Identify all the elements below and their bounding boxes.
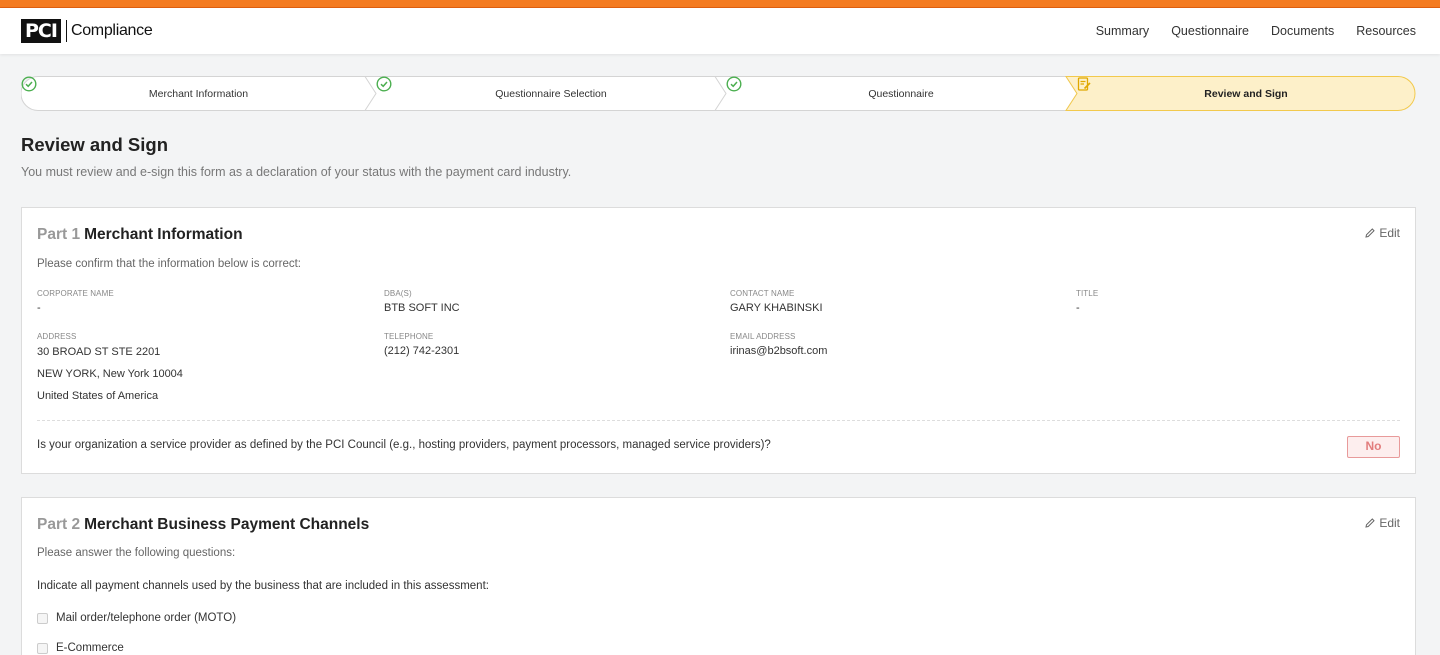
step-review-and-sign[interactable]: Review and Sign — [1076, 76, 1416, 111]
field-value: - — [37, 302, 41, 314]
check-circle-icon — [21, 76, 37, 92]
part2-title: Part 2 Merchant Business Payment Channels — [37, 516, 369, 534]
step-questionnaire[interactable]: Questionnaire — [726, 76, 1076, 111]
part2-payment-channels-card: Part 2 Merchant Business Payment Channels… — [21, 497, 1416, 655]
nav-documents[interactable]: Documents — [1271, 24, 1334, 38]
service-provider-question: Is your organization a service provider … — [37, 439, 771, 451]
step-label-text: Review and Sign — [1204, 87, 1288, 100]
sign-document-icon — [1077, 77, 1091, 91]
channel-label: Mail order/telephone order (MOTO) — [56, 612, 237, 624]
payment-channels-question: Indicate all payment channels used by th… — [37, 580, 489, 592]
progress-stepper: Merchant Information Questionnaire Selec… — [21, 76, 1416, 111]
address-field: ADDRESS 30 BROAD ST STE 2201 NEW YORK, N… — [37, 332, 183, 407]
step-label-text: Questionnaire — [868, 87, 934, 100]
pencil-icon — [1365, 228, 1376, 238]
email-field: EMAIL ADDRESS irinas@b2bsoft.com — [730, 332, 827, 358]
logo-text: Compliance — [70, 22, 153, 39]
field-label: CORPORATE NAME — [37, 289, 114, 298]
page-subtitle: You must review and e-sign this form as … — [21, 165, 572, 179]
address-line-1: 30 BROAD ST STE 2201 — [37, 346, 161, 358]
field-label: TELEPHONE — [384, 332, 434, 341]
nav-summary[interactable]: Summary — [1096, 24, 1149, 38]
edit-label: Edit — [1379, 516, 1400, 530]
part1-number: Part 1 — [37, 226, 81, 243]
step-merchant-information[interactable]: Merchant Information — [21, 76, 376, 111]
step-questionnaire-selection[interactable]: Questionnaire Selection — [376, 76, 726, 111]
checkbox[interactable] — [37, 642, 48, 654]
part2-description: Please answer the following questions: — [37, 547, 236, 559]
step-label-text: Questionnaire Selection — [495, 87, 607, 100]
dba-field: DBA(S) BTB SOFT INC — [384, 289, 460, 315]
channel-ecommerce-option[interactable]: E-Commerce — [37, 642, 124, 654]
part1-title-text: Merchant Information — [84, 226, 243, 243]
field-value: GARY KHABINSKI — [730, 302, 823, 314]
contact-name-field: CONTACT NAME GARY KHABINSKI — [730, 289, 823, 315]
corporate-name-field: CORPORATE NAME - — [37, 289, 114, 315]
part1-merchant-information-card: Part 1 Merchant Information Edit Please c… — [21, 207, 1416, 474]
part2-number: Part 2 — [37, 516, 81, 533]
channel-label: E-Commerce — [56, 642, 124, 654]
page-title: Review and Sign — [21, 134, 169, 155]
part2-title-text: Merchant Business Payment Channels — [84, 516, 370, 533]
check-circle-icon — [726, 76, 742, 92]
main-nav: Summary Questionnaire Documents Resource… — [1096, 24, 1416, 38]
field-value: - — [1076, 302, 1080, 314]
section-divider — [37, 420, 1400, 421]
field-label: TITLE — [1076, 289, 1099, 298]
field-value: irinas@b2bsoft.com — [730, 345, 828, 357]
check-circle-icon — [376, 76, 392, 92]
part1-title: Part 1 Merchant Information — [37, 226, 243, 244]
nav-resources[interactable]: Resources — [1356, 24, 1416, 38]
top-accent-bar — [0, 0, 1440, 8]
edit-label: Edit — [1379, 226, 1400, 240]
app-header: PCI Compliance Summary Questionnaire Doc… — [0, 8, 1440, 54]
logo-mark: PCI — [21, 19, 61, 43]
pencil-icon — [1365, 518, 1376, 528]
nav-questionnaire[interactable]: Questionnaire — [1171, 24, 1249, 38]
field-value: BTB SOFT INC — [384, 302, 460, 314]
address-line-2: NEW YORK, New York 10004 — [37, 368, 183, 380]
part1-edit-button[interactable]: Edit — [1364, 226, 1400, 240]
address-line-3: United States of America — [37, 390, 159, 402]
step-label-text: Merchant Information — [148, 87, 249, 100]
field-label: EMAIL ADDRESS — [730, 332, 796, 341]
part1-description: Please confirm that the information belo… — [37, 258, 301, 270]
logo-separator — [65, 20, 67, 42]
telephone-field: TELEPHONE (212) 742-2301 — [384, 332, 459, 358]
part2-edit-button[interactable]: Edit — [1364, 516, 1400, 530]
field-label: CONTACT NAME — [730, 289, 795, 298]
field-label: ADDRESS — [37, 332, 77, 341]
title-field: TITLE - — [1076, 289, 1098, 315]
channel-moto-option[interactable]: Mail order/telephone order (MOTO) — [37, 612, 236, 624]
pci-logo[interactable]: PCI Compliance — [21, 19, 153, 43]
field-label: DBA(S) — [384, 289, 412, 298]
field-value: (212) 742-2301 — [384, 345, 460, 357]
service-provider-answer-badge: No — [1347, 436, 1400, 458]
checkbox[interactable] — [37, 612, 48, 624]
